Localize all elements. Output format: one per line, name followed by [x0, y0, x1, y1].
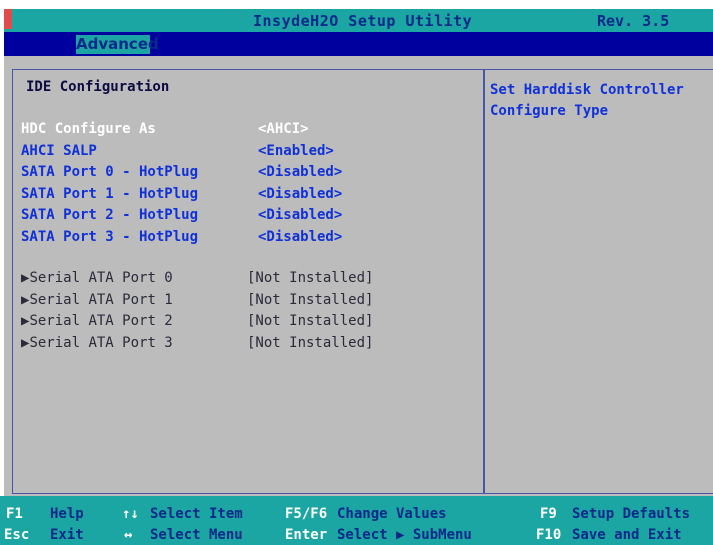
- help-text: Set Harddisk Controller Configure Type: [490, 82, 684, 119]
- key-f10: F10: [536, 527, 562, 543]
- key-f1: F1: [6, 506, 23, 522]
- setting-value[interactable]: <Disabled>: [258, 164, 342, 180]
- key-f9: F9: [540, 506, 557, 522]
- key-f9-desc: Setup Defaults: [572, 506, 691, 522]
- key-f1-desc: Help: [50, 506, 84, 522]
- setting-value[interactable]: <Disabled>: [258, 207, 342, 223]
- key-esc: Esc: [4, 527, 30, 543]
- section-title: IDE Configuration: [26, 79, 170, 95]
- help-panel: [484, 69, 713, 494]
- key-f5-f6: F5/F6: [285, 506, 328, 522]
- key-up-down-desc: Select Item: [150, 506, 243, 522]
- setting-value[interactable]: <Disabled>: [258, 229, 342, 245]
- submenu-status: [Not Installed]: [247, 292, 374, 308]
- corner-marker: [4, 9, 12, 29]
- submenu-status: [Not Installed]: [247, 335, 374, 351]
- setting-label: SATA Port 0 - HotPlug: [21, 164, 199, 180]
- setting-value[interactable]: <AHCI>: [258, 121, 309, 137]
- submenu-label: ▶Serial ATA Port 2: [21, 313, 173, 329]
- submenu-label: ▶Serial ATA Port 3: [21, 335, 173, 351]
- setting-label: AHCI SALP: [21, 143, 97, 159]
- submenu-status: [Not Installed]: [247, 313, 374, 329]
- setting-value[interactable]: <Disabled>: [258, 186, 342, 202]
- submenu-label: ▶Serial ATA Port 1: [21, 292, 173, 308]
- submenu-status: [Not Installed]: [247, 270, 374, 286]
- key-esc-desc: Exit: [50, 527, 84, 543]
- revision-label: Rev. 3.5: [597, 12, 670, 30]
- setting-label: SATA Port 2 - HotPlug: [21, 207, 199, 223]
- key-f10-desc: Save and Exit: [572, 527, 682, 543]
- submenu-label-text: Serial ATA Port 2: [29, 313, 173, 329]
- submenu-label-text: Serial ATA Port 0: [29, 270, 173, 286]
- key-left-right-arrows-icon: ↔: [124, 527, 133, 543]
- key-enter: Enter: [285, 527, 328, 543]
- key-legend-bar: F1 Help ↑↓ Select Item F5/F6 Change Valu…: [0, 496, 713, 545]
- key-left-right-desc: Select Menu: [150, 527, 243, 543]
- submenu-label-text: Serial ATA Port 3: [29, 335, 173, 351]
- submenu-label: ▶Serial ATA Port 0: [21, 270, 173, 286]
- key-f5-f6-desc: Change Values: [337, 506, 447, 522]
- setting-label: SATA Port 3 - HotPlug: [21, 229, 199, 245]
- key-up-down-arrows-icon: ↑↓: [122, 506, 139, 522]
- submenu-label-text: Serial ATA Port 1: [29, 292, 173, 308]
- setting-label: HDC Configure As: [21, 121, 156, 137]
- key-enter-desc: Select ▶ SubMenu: [337, 527, 472, 543]
- tab-advanced[interactable]: Advanced: [76, 35, 159, 54]
- setting-label: SATA Port 1 - HotPlug: [21, 186, 199, 202]
- setting-value[interactable]: <Enabled>: [258, 143, 334, 159]
- app-title: InsydeH2O Setup Utility: [253, 12, 473, 30]
